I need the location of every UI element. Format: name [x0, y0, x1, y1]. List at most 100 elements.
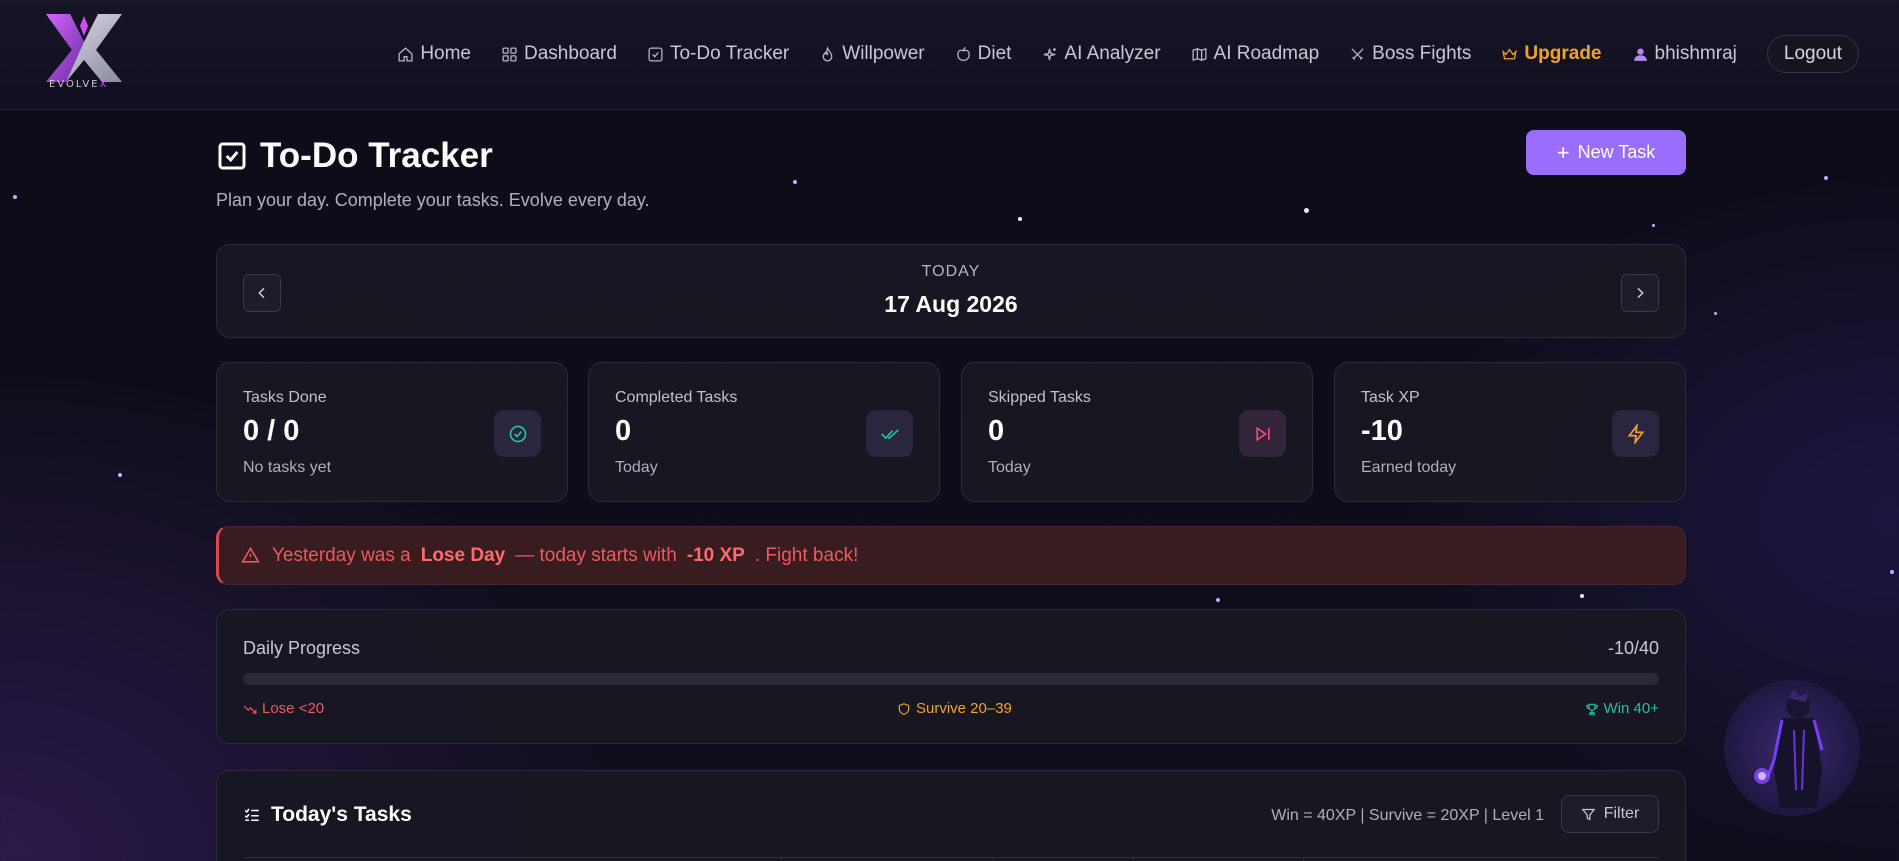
stat-value: 0 — [615, 415, 632, 447]
daily-progress-card: Daily Progress -10/40 Lose <20 Survive 2… — [216, 609, 1686, 744]
home-icon — [398, 46, 413, 62]
swords-icon — [1351, 47, 1364, 60]
progress-label: Daily Progress — [243, 638, 361, 658]
star — [1216, 598, 1220, 602]
nav-home[interactable]: Home — [397, 43, 471, 65]
new-task-button[interactable]: + New Task — [1526, 130, 1686, 175]
threshold-survive: Survive 20–39 — [897, 700, 1012, 717]
stat-subtext: No tasks yet — [243, 459, 332, 476]
apple-icon — [956, 46, 970, 61]
list-check-icon — [244, 808, 259, 821]
stat-label: Task XP — [1361, 389, 1420, 406]
star — [118, 473, 122, 477]
logout-button[interactable]: Logout — [1766, 35, 1859, 73]
star — [1714, 312, 1717, 315]
flame-icon — [822, 45, 833, 62]
nav-boss-fights[interactable]: Boss Fights — [1349, 43, 1471, 65]
star — [1580, 594, 1584, 598]
companion-avatar[interactable] — [1724, 680, 1860, 816]
user-icon — [1633, 47, 1647, 61]
plus-icon: + — [1556, 139, 1570, 165]
grid-icon — [502, 46, 517, 62]
stat-value: -10 — [1361, 415, 1403, 447]
tasks-xp-meta: Win = 40XP | Survive = 20XP | Level 1 — [1271, 807, 1544, 824]
threshold-win-label: Win 40+ — [1603, 700, 1659, 717]
star — [1652, 224, 1655, 227]
shield-icon — [898, 702, 910, 715]
alert-xp-penalty: -10 XP — [686, 544, 745, 566]
check-circle-icon — [509, 425, 526, 442]
nav-willpower[interactable]: Willpower — [819, 43, 925, 65]
nav-diet[interactable]: Diet — [955, 43, 1012, 65]
star — [1890, 570, 1894, 574]
star — [1018, 217, 1022, 221]
tasks-title-text: Today's Tasks — [271, 803, 412, 826]
new-task-label: New Task — [1577, 142, 1656, 162]
stat-icon-box — [1612, 410, 1659, 457]
nav-upgrade-label: Upgrade — [1524, 43, 1602, 64]
nav-ai-analyzer[interactable]: AI Analyzer — [1041, 43, 1161, 65]
stat-icon-box — [494, 410, 541, 457]
stat-label: Tasks Done — [243, 389, 327, 406]
star — [13, 195, 17, 199]
page-header: To-Do Tracker Plan your day. Complete yo… — [216, 128, 1686, 210]
alert-text: — today starts with — [515, 544, 677, 566]
threshold-lose: Lose <20 — [243, 700, 324, 717]
nav-upgrade[interactable]: Upgrade — [1501, 43, 1602, 65]
nav-todo-tracker[interactable]: To-Do Tracker — [647, 43, 789, 65]
chevron-right-icon — [1637, 287, 1644, 299]
nav-todo-tracker-label: To-Do Tracker — [669, 43, 790, 64]
stat-label: Completed Tasks — [615, 389, 738, 406]
crown-icon — [1502, 47, 1518, 59]
lose-day-alert: Yesterday was a Lose Day — today starts … — [216, 526, 1686, 585]
star — [1304, 208, 1309, 213]
page-subtitle: Plan your day. Complete your tasks. Evol… — [216, 190, 650, 210]
stat-value: 0 — [988, 415, 1005, 447]
map-icon — [1192, 47, 1207, 61]
next-day-button[interactable] — [1621, 274, 1659, 312]
top-navigation-bar: EVOLVEX Home Dashboard To-Do Tracker Wil… — [0, 0, 1899, 110]
trending-down-icon — [243, 705, 257, 714]
stat-subtext: Earned today — [1361, 459, 1457, 476]
alert-text: Yesterday was a — [272, 544, 411, 566]
page-title-text: To-Do Tracker — [260, 136, 493, 175]
main-nav: Home Dashboard To-Do Tracker Willpower D… — [367, 34, 1859, 74]
lightning-icon — [1627, 423, 1644, 444]
stat-card-completed-tasks: Completed Tasks 0 Today — [588, 362, 940, 502]
filter-button[interactable]: Filter — [1561, 795, 1659, 833]
checkbox-icon — [648, 46, 663, 62]
trophy-icon — [1585, 703, 1598, 715]
stat-icon-box — [1239, 410, 1286, 457]
skip-forward-icon — [1255, 426, 1270, 441]
nav-user-profile[interactable]: bhishmraj — [1632, 43, 1737, 65]
progress-bar — [243, 673, 1659, 685]
sparkles-icon — [1044, 47, 1057, 60]
stats-row: Tasks Done 0 / 0 No tasks yet Completed … — [216, 362, 1686, 502]
threshold-win: Win 40+ — [1585, 700, 1659, 717]
stat-subtext: Today — [988, 459, 1031, 476]
checkbox-icon — [218, 142, 246, 170]
threshold-lose-label: Lose <20 — [262, 700, 325, 717]
nav-diet-label: Diet — [977, 43, 1012, 64]
nav-dashboard[interactable]: Dashboard — [501, 43, 617, 65]
current-date: 17 Aug 2026 — [884, 291, 1018, 317]
threshold-survive-label: Survive 20–39 — [916, 700, 1012, 717]
progress-value: -10/40 — [1607, 638, 1659, 658]
tasks-title: Today's Tasks — [243, 803, 412, 827]
stat-icon-box — [866, 410, 913, 457]
stat-subtext: Today — [615, 459, 658, 476]
nav-username: bhishmraj — [1654, 43, 1737, 64]
nav-ai-roadmap-label: AI Roadmap — [1213, 43, 1320, 64]
alert-text: . Fight back! — [754, 544, 859, 566]
stat-label: Skipped Tasks — [988, 389, 1091, 406]
nav-boss-fights-label: Boss Fights — [1372, 43, 1472, 64]
warning-triangle-icon — [241, 546, 260, 563]
double-check-icon — [880, 428, 899, 439]
nav-willpower-label: Willpower — [842, 43, 925, 64]
stat-card-task-xp: Task XP -10 Earned today — [1334, 362, 1686, 502]
alert-lose-day: Lose Day — [420, 544, 506, 566]
page-title: To-Do Tracker — [216, 136, 493, 176]
nav-ai-roadmap[interactable]: AI Roadmap — [1191, 43, 1320, 65]
todays-tasks-card: Today's Tasks Win = 40XP | Survive = 20X… — [216, 770, 1686, 861]
character-avatar-icon — [1754, 690, 1824, 808]
